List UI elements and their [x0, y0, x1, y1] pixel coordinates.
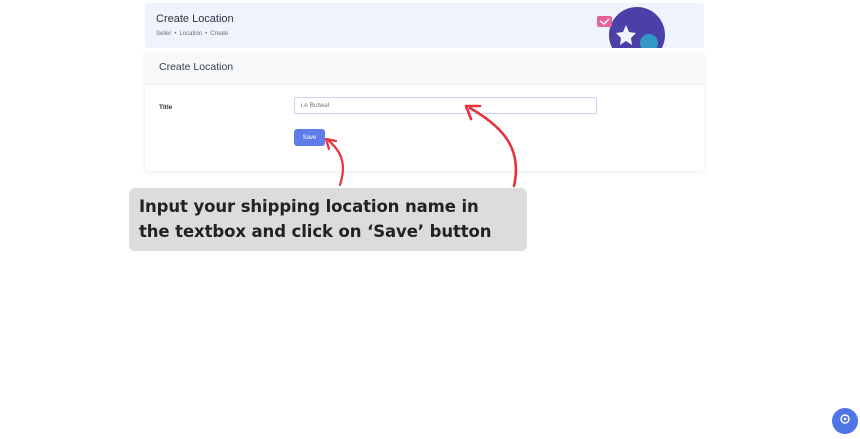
settings-icon [840, 414, 850, 424]
floating-settings-button[interactable] [832, 408, 858, 434]
instruction-callout: Input your shipping location name in the… [129, 188, 527, 251]
arrow-to-input [468, 106, 518, 188]
instruction-text: Input your shipping location name in the… [139, 197, 492, 241]
arrow-to-save [327, 139, 344, 187]
